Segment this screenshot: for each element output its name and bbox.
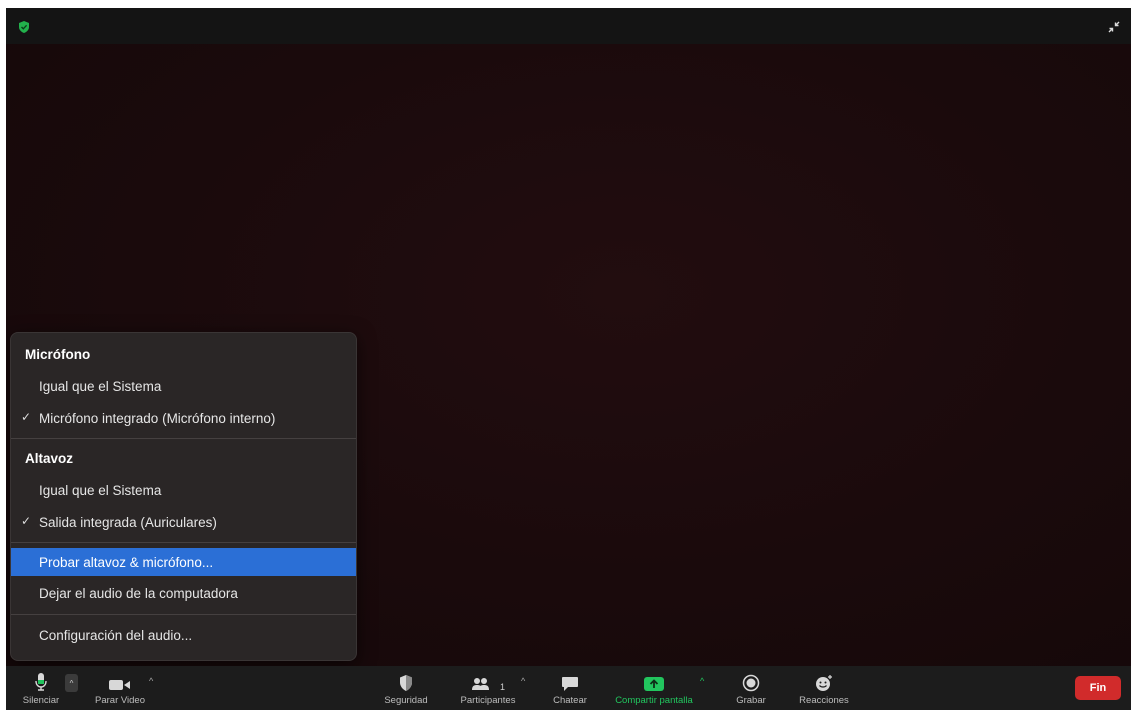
reactions-button[interactable]: Reacciones bbox=[792, 666, 856, 710]
top-bar bbox=[6, 8, 1131, 44]
audio-settings-label: Configuración del audio... bbox=[39, 627, 193, 643]
speaker-option-label: Igual que el Sistema bbox=[39, 482, 162, 498]
shield-check-icon[interactable] bbox=[17, 20, 31, 34]
mic-option-system[interactable]: Igual que el Sistema bbox=[11, 374, 356, 398]
record-label: Grabar bbox=[736, 695, 766, 706]
zoom-meeting-window: . . . . . . . . Micrófono Igual que el S… bbox=[6, 8, 1131, 710]
video-label: Parar Video bbox=[95, 695, 145, 706]
participants-count: 1 bbox=[499, 682, 505, 692]
participants-caret[interactable]: ^ bbox=[521, 676, 525, 686]
record-icon bbox=[742, 666, 760, 692]
checkmark-icon: ✓ bbox=[21, 410, 32, 424]
participants-label: Participantes bbox=[460, 695, 516, 706]
participants-icon: 1 bbox=[471, 666, 505, 692]
audio-options-menu: Micrófono Igual que el Sistema ✓ Micrófo… bbox=[10, 332, 357, 661]
leave-computer-audio-item[interactable]: Dejar el audio de la computadora bbox=[11, 581, 356, 605]
menu-divider bbox=[11, 438, 356, 439]
chat-button[interactable]: Chatear bbox=[546, 666, 594, 710]
share-screen-icon bbox=[643, 666, 665, 692]
mute-button[interactable]: Silenciar bbox=[18, 666, 64, 710]
mute-label: Silenciar bbox=[22, 695, 60, 706]
security-button[interactable]: Seguridad bbox=[378, 666, 434, 710]
share-screen-button[interactable]: Compartir pantalla bbox=[602, 666, 706, 710]
chat-label: Chatear bbox=[553, 695, 587, 706]
menu-divider bbox=[11, 542, 356, 543]
share-options-caret[interactable]: ^ bbox=[700, 676, 704, 686]
record-button[interactable]: Grabar bbox=[728, 666, 774, 710]
speaker-option-system[interactable]: Igual que el Sistema bbox=[11, 478, 356, 502]
video-camera-icon bbox=[108, 666, 132, 692]
share-screen-label: Compartir pantalla bbox=[615, 695, 693, 706]
exit-fullscreen-icon[interactable] bbox=[1103, 16, 1125, 38]
end-meeting-button[interactable]: Fin bbox=[1075, 676, 1121, 700]
stop-video-button[interactable]: Parar Video bbox=[90, 666, 150, 710]
security-label: Seguridad bbox=[384, 695, 428, 706]
mic-option-label: Igual que el Sistema bbox=[39, 378, 162, 394]
reactions-label: Reacciones bbox=[799, 695, 849, 706]
action-label: Dejar el audio de la computadora bbox=[39, 585, 238, 601]
microphone-header: Micrófono bbox=[25, 347, 91, 362]
test-speaker-mic-item[interactable]: Probar altavoz & micrófono... bbox=[11, 548, 356, 576]
action-label: Probar altavoz & micrófono... bbox=[39, 554, 214, 570]
meeting-toolbar: Silenciar ^ Parar Video ^ Seguridad 1 Pa… bbox=[6, 666, 1131, 710]
shield-icon bbox=[398, 666, 414, 692]
speaker-header: Altavoz bbox=[25, 451, 74, 466]
video-options-caret[interactable]: ^ bbox=[149, 676, 153, 686]
speaker-option-label: Salida integrada (Auriculares) bbox=[39, 514, 217, 530]
microphone-icon bbox=[34, 666, 48, 692]
mic-option-label: Micrófono integrado (Micrófono interno) bbox=[39, 410, 276, 426]
checkmark-icon: ✓ bbox=[21, 514, 32, 528]
mic-option-internal[interactable]: ✓ Micrófono integrado (Micrófono interno… bbox=[11, 406, 356, 430]
emoji-add-icon bbox=[814, 666, 834, 692]
participants-button[interactable]: 1 Participantes bbox=[454, 666, 522, 710]
chat-bubble-icon bbox=[561, 666, 579, 692]
menu-divider bbox=[11, 614, 356, 615]
audio-options-caret[interactable]: ^ bbox=[65, 674, 78, 692]
speaker-option-headphones[interactable]: ✓ Salida integrada (Auriculares) bbox=[11, 510, 356, 534]
audio-settings-item[interactable]: Configuración del audio... bbox=[11, 623, 356, 647]
